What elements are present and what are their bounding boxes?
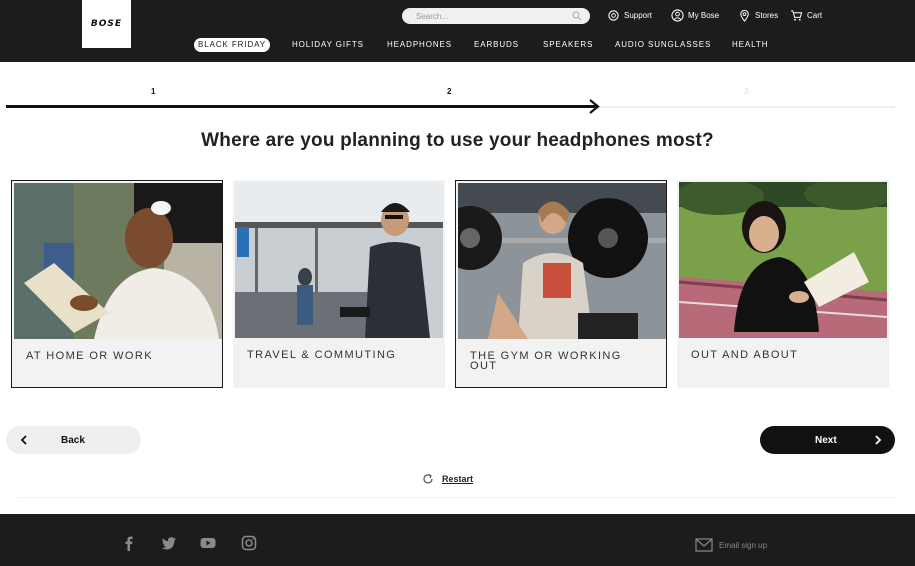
option-travel-commuting[interactable]: TRAVEL & COMMUTING xyxy=(233,180,445,388)
facebook-icon[interactable] xyxy=(121,535,137,551)
envelope-icon xyxy=(695,538,713,552)
site-footer: Email sign up xyxy=(0,514,915,566)
logo-text: BOSE xyxy=(90,19,123,29)
my-bose-label: My Bose xyxy=(688,11,720,20)
search-input[interactable]: Search... xyxy=(402,8,590,24)
nav-speakers[interactable]: SPEAKERS xyxy=(543,38,593,52)
nav-earbuds[interactable]: EARBUDS xyxy=(474,38,519,52)
step-3: 3 xyxy=(744,87,749,96)
cart-link[interactable]: Cart xyxy=(790,9,822,22)
support-link[interactable]: Support xyxy=(607,9,652,22)
option-label: THE GYM OR WORKING OUT xyxy=(470,350,622,372)
gym-working-out-photo xyxy=(458,183,666,339)
travel-commuting-photo xyxy=(235,182,443,338)
option-label: TRAVEL & COMMUTING xyxy=(247,349,397,361)
option-out-and-about[interactable]: OUT AND ABOUT xyxy=(677,180,889,388)
stores-label: Stores xyxy=(755,11,779,20)
search-icon[interactable] xyxy=(572,11,582,21)
nav-black-friday[interactable]: BLACK FRIDAY xyxy=(194,38,270,52)
refresh-icon xyxy=(423,473,433,484)
chevron-right-icon xyxy=(875,435,882,445)
step-2: 2 xyxy=(447,87,452,96)
nav-health[interactable]: HEALTH xyxy=(732,38,768,52)
email-signup-link[interactable]: Email sign up xyxy=(695,538,767,552)
twitter-icon[interactable] xyxy=(161,535,177,551)
progress-arrow-icon xyxy=(589,99,600,114)
stores-link[interactable]: Stores xyxy=(738,9,778,22)
cart-icon xyxy=(790,10,803,21)
chevron-left-icon xyxy=(20,435,27,445)
nav-holiday-gifts[interactable]: HOLIDAY GIFTS xyxy=(292,38,364,52)
back-label: Back xyxy=(61,435,85,446)
support-icon xyxy=(608,10,619,21)
option-gym-working-out[interactable]: THE GYM OR WORKING OUT xyxy=(455,180,667,388)
nav-headphones[interactable]: HEADPHONES xyxy=(387,38,452,52)
out-and-about-photo xyxy=(679,182,887,338)
divider xyxy=(18,497,896,498)
option-label: AT HOME OR WORK xyxy=(26,350,153,362)
site-header: BOSE Search... Support My Bose Stores Ca… xyxy=(0,0,915,62)
cart-label: Cart xyxy=(807,11,823,20)
main-nav: BLACK FRIDAY HOLIDAY GIFTS HEADPHONES EA… xyxy=(0,38,915,52)
next-button[interactable]: Next xyxy=(760,426,895,454)
restart-link[interactable]: Restart xyxy=(422,473,473,485)
restart-label: Restart xyxy=(442,474,474,484)
step-1: 1 xyxy=(151,87,156,96)
location-pin-icon xyxy=(740,9,749,22)
progress-fill xyxy=(6,105,596,108)
search-placeholder: Search... xyxy=(416,11,449,21)
user-icon xyxy=(671,9,684,22)
email-signup-label: Email sign up xyxy=(719,540,768,550)
back-button[interactable]: Back xyxy=(6,426,141,454)
next-label: Next xyxy=(815,435,837,446)
option-label: OUT AND ABOUT xyxy=(691,349,799,361)
question-title: Where are you planning to use your headp… xyxy=(201,130,714,151)
home-work-photo xyxy=(14,183,222,339)
support-label: Support xyxy=(624,11,653,20)
instagram-icon[interactable] xyxy=(241,535,257,551)
option-home-work[interactable]: AT HOME OR WORK xyxy=(11,180,223,388)
nav-audio-sunglasses[interactable]: AUDIO SUNGLASSES xyxy=(615,38,711,52)
my-bose-link[interactable]: My Bose xyxy=(671,9,719,22)
youtube-icon[interactable] xyxy=(200,535,216,551)
